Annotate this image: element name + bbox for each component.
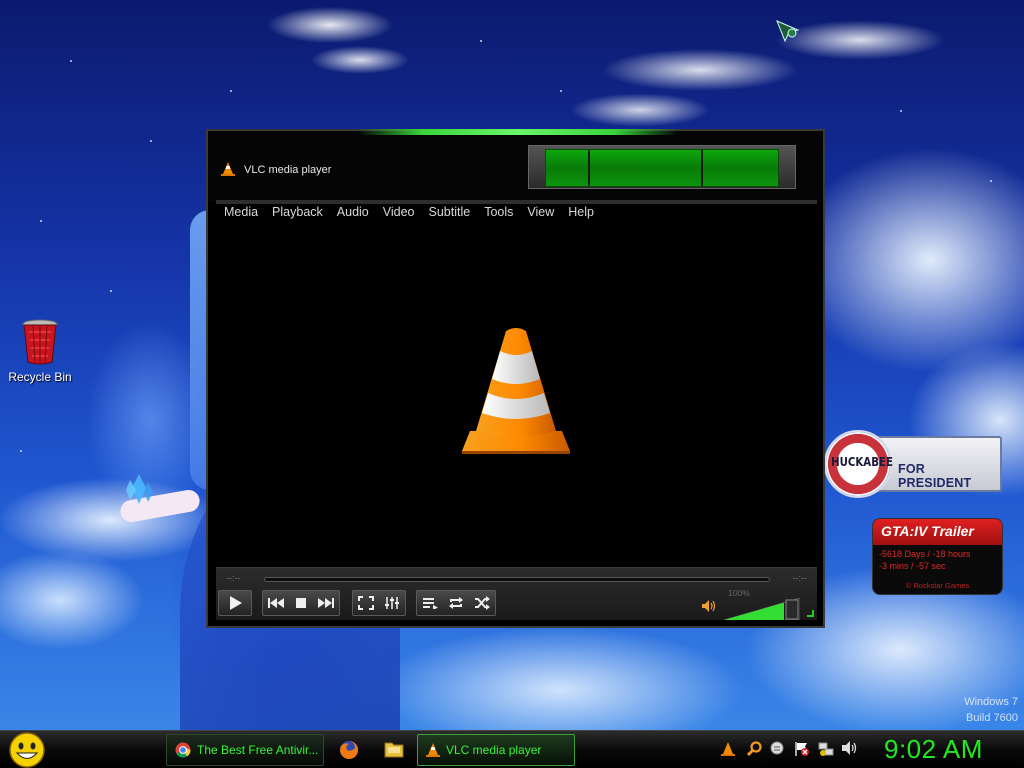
previous-icon (267, 598, 284, 608)
fullscreen-button[interactable] (354, 592, 378, 614)
vlc-menubar: Media Playback Audio Video Subtitle Tool… (216, 200, 817, 220)
volume-tray-icon[interactable] (842, 741, 858, 755)
gta-countdown-line-1: -5618 Days / -18 hours (879, 549, 971, 559)
remaining-time: --:-- (792, 573, 808, 583)
vlc-video-area[interactable] (216, 223, 817, 563)
desktop-icon-label: Recycle Bin (8, 370, 72, 384)
gta-gadget-title: GTA:IV Trailer (873, 519, 1002, 545)
vlc-lcd-screen (545, 149, 779, 187)
taskbar: The Best Free Antivir... VLC media playe… (0, 730, 1024, 768)
resize-grip[interactable] (807, 610, 814, 617)
vlc-cone-logo-icon (462, 328, 570, 454)
next-icon (318, 598, 335, 608)
loop-icon (449, 597, 463, 609)
windows-build-watermark: Windows 7 Build 7600 (964, 694, 1018, 726)
play-button[interactable] (218, 590, 252, 616)
vlc-titlebar-glow (358, 129, 678, 135)
watermark-line-1: Windows 7 (964, 696, 1018, 708)
vlc-cone-icon (426, 743, 440, 757)
menu-playback[interactable]: Playback (272, 205, 323, 219)
extended-settings-button[interactable] (380, 592, 404, 614)
folder-icon[interactable] (384, 740, 404, 758)
stop-icon (295, 598, 306, 608)
menu-tools[interactable]: Tools (484, 205, 513, 219)
stop-button[interactable] (289, 592, 313, 614)
huckabee-badge: HUCKABEE (824, 430, 893, 498)
menu-media[interactable]: Media (224, 205, 258, 219)
playlist-icon (423, 598, 438, 609)
taskbar-button-label: VLC media player (446, 743, 542, 757)
search-tray-icon[interactable] (746, 741, 762, 757)
volume-percent: 100% (728, 588, 750, 598)
previous-button[interactable] (264, 592, 288, 614)
watermark-line-2: Build 7600 (966, 712, 1018, 724)
desktop-icon-recycle-bin[interactable]: Recycle Bin (2, 318, 78, 384)
flag-tray-icon[interactable] (794, 741, 810, 757)
seek-slider[interactable] (264, 577, 770, 582)
menu-help[interactable]: Help (568, 205, 594, 219)
huckabee-badge-text: HUCKABEE (831, 455, 893, 469)
menu-subtitle[interactable]: Subtitle (429, 205, 471, 219)
vlc-lcd-display (528, 145, 796, 189)
vlc-tray-icon[interactable] (721, 741, 735, 757)
messenger-tray-icon[interactable] (770, 741, 784, 755)
menu-video[interactable]: Video (383, 205, 415, 219)
transport-button-group (262, 590, 340, 616)
vlc-titlebar[interactable]: VLC media player (208, 129, 823, 201)
volume-slider[interactable] (724, 598, 800, 620)
huckabee-slogan: FOR PRESIDENT (898, 462, 972, 490)
taskbar-button-vlc[interactable]: VLC media player (417, 734, 575, 766)
vlc-window[interactable]: VLC media player Media Playback Audio Vi… (206, 129, 825, 628)
taskbar-button-browser[interactable]: The Best Free Antivir... (166, 734, 324, 766)
taskbar-clock[interactable]: 9:02 AM (884, 734, 983, 765)
vlc-cone-icon (221, 162, 235, 176)
loop-button[interactable] (444, 592, 468, 614)
taskbar-button-label: The Best Free Antivir... (197, 743, 319, 757)
vlc-control-panel: --:-- --:-- 100% (216, 567, 817, 620)
menu-audio[interactable]: Audio (337, 205, 369, 219)
view-button-group (352, 590, 406, 616)
start-button-smiley-icon[interactable] (8, 732, 46, 768)
playlist-button[interactable] (418, 592, 442, 614)
wallpaper-crystal (126, 474, 153, 504)
recycle-bin-icon (22, 319, 58, 365)
network-tray-icon[interactable] (818, 741, 834, 757)
vlc-window-title: VLC media player (244, 164, 332, 176)
volume-speaker-icon[interactable] (702, 600, 716, 612)
playlist-button-group (416, 590, 496, 616)
menu-view[interactable]: View (527, 205, 554, 219)
huckabee-gadget[interactable]: FOR PRESIDENT HUCKABEE (824, 430, 1002, 498)
equalizer-icon (385, 597, 399, 609)
gta-countdown-gadget[interactable]: GTA:IV Trailer -5618 Days / -18 hours -3… (872, 518, 1003, 595)
play-icon (230, 596, 242, 610)
gta-countdown-line-2: -3 mins / -57 sec (879, 561, 946, 571)
elapsed-time: --:-- (226, 573, 241, 583)
next-button[interactable] (314, 592, 338, 614)
mouse-cursor-icon (776, 20, 800, 42)
shuffle-icon (475, 596, 490, 610)
chrome-icon (175, 742, 191, 758)
firefox-icon[interactable] (339, 740, 359, 760)
fullscreen-icon (358, 596, 374, 610)
gta-gadget-footer: © Rockstar Games (905, 581, 970, 590)
shuffle-button[interactable] (470, 592, 494, 614)
